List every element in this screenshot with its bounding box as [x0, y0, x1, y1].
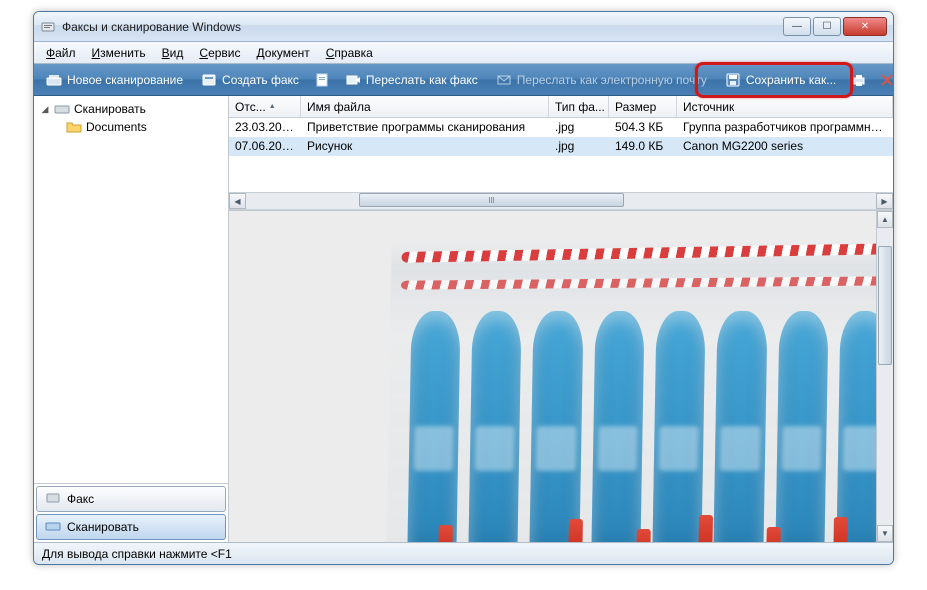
- window-controls: — ☐ ✕: [783, 17, 887, 36]
- list-row[interactable]: 07.06.201... Рисунок .jpg 149.0 КБ Canon…: [229, 137, 893, 156]
- col-source[interactable]: Источник: [677, 96, 893, 117]
- scanner-icon: [46, 72, 62, 88]
- status-bar: Для вывода справки нажмите <F1: [34, 542, 893, 564]
- tree-child-documents[interactable]: Documents: [40, 118, 222, 136]
- menu-bar: Файл Изменить Вид Сервис Документ Справк…: [34, 42, 893, 64]
- nav-scan-button[interactable]: Сканировать: [36, 514, 226, 540]
- list-header: Отс...▲ Имя файла Тип фа... Размер Источ…: [229, 96, 893, 118]
- collapse-icon[interactable]: ◢: [40, 104, 50, 115]
- main-area: Отс...▲ Имя файла Тип фа... Размер Источ…: [229, 96, 893, 542]
- forward-fax-label: Переслать как факс: [366, 73, 478, 87]
- col-size[interactable]: Размер: [609, 96, 677, 117]
- v-scrollbar[interactable]: ▲ ▼: [876, 211, 893, 542]
- col-name[interactable]: Имя файла: [301, 96, 549, 117]
- scanned-image: [229, 211, 876, 542]
- col-date[interactable]: Отс...▲: [229, 96, 301, 117]
- scroll-thumb[interactable]: [359, 193, 624, 207]
- app-window: Факсы и сканирование Windows — ☐ ✕ Файл …: [33, 11, 894, 565]
- scroll-left-button[interactable]: ◀: [229, 193, 246, 209]
- delete-icon: [879, 72, 894, 88]
- app-icon: [40, 19, 56, 35]
- scroll-up-button[interactable]: ▲: [877, 211, 893, 228]
- cell-size: 504.3 КБ: [609, 118, 677, 137]
- toolbar-separator-button[interactable]: [309, 67, 335, 93]
- new-scan-button[interactable]: Новое сканирование: [38, 67, 191, 93]
- menu-help[interactable]: Справка: [318, 44, 381, 62]
- menu-edit[interactable]: Изменить: [84, 44, 154, 62]
- save-as-button[interactable]: Сохранить как...: [717, 67, 844, 93]
- menu-document[interactable]: Документ: [249, 44, 318, 62]
- menu-view[interactable]: Вид: [154, 44, 192, 62]
- list-row[interactable]: 23.03.201... Приветствие программы скани…: [229, 118, 893, 137]
- title-bar[interactable]: Факсы и сканирование Windows — ☐ ✕: [34, 12, 893, 42]
- minimize-button[interactable]: —: [783, 17, 811, 36]
- col-type[interactable]: Тип фа...: [549, 96, 609, 117]
- forward-email-button[interactable]: Переслать как электронную почту: [488, 67, 715, 93]
- folder-icon: [66, 119, 82, 135]
- cell-name: Приветствие программы сканирования: [301, 118, 549, 137]
- forward-fax-button[interactable]: Переслать как факс: [337, 67, 486, 93]
- tree-root-scan[interactable]: ◢ Сканировать: [40, 100, 222, 118]
- tree-child-label: Documents: [86, 120, 147, 134]
- nav-scan-label: Сканировать: [67, 520, 139, 534]
- preview-pane: ▲ ▼: [229, 210, 893, 542]
- scroll-right-button[interactable]: ▶: [876, 193, 893, 209]
- scan-list[interactable]: 23.03.201... Приветствие программы скани…: [229, 118, 893, 192]
- status-text: Для вывода справки нажмите <F1: [42, 547, 232, 561]
- print-icon: [851, 72, 867, 88]
- sort-asc-icon: ▲: [269, 103, 276, 110]
- maximize-button[interactable]: ☐: [813, 17, 841, 36]
- h-scrollbar[interactable]: ◀ ▶: [229, 192, 893, 210]
- nav-buttons: Факс Сканировать: [34, 483, 228, 542]
- sidebar: ◢ Сканировать Documents Факс Сканировать: [34, 96, 229, 542]
- scroll-down-button[interactable]: ▼: [877, 525, 893, 542]
- menu-file[interactable]: Файл: [38, 44, 84, 62]
- cell-type: .jpg: [549, 137, 609, 156]
- fax-icon: [201, 72, 217, 88]
- print-button[interactable]: [846, 67, 872, 93]
- scan-small-icon: [45, 520, 61, 535]
- window-title: Факсы и сканирование Windows: [62, 20, 783, 34]
- cell-name: Рисунок: [301, 137, 549, 156]
- cell-date: 07.06.201...: [229, 137, 301, 156]
- scanner-small-icon: [54, 101, 70, 117]
- folder-tree[interactable]: ◢ Сканировать Documents: [34, 96, 228, 483]
- forward-fax-icon: [345, 72, 361, 88]
- email-icon: [496, 72, 512, 88]
- page-icon: [314, 72, 330, 88]
- app-body: ◢ Сканировать Documents Факс Сканировать: [34, 96, 893, 542]
- close-button[interactable]: ✕: [843, 17, 887, 36]
- menu-service[interactable]: Сервис: [191, 44, 248, 62]
- nav-fax-button[interactable]: Факс: [36, 486, 226, 512]
- save-icon: [725, 72, 741, 88]
- cell-source: Группа разработчиков программного: [677, 118, 893, 137]
- scroll-track-v[interactable]: [877, 228, 893, 525]
- delete-button[interactable]: [874, 67, 894, 93]
- scroll-thumb-v[interactable]: [878, 246, 892, 365]
- cell-date: 23.03.201...: [229, 118, 301, 137]
- new-fax-label: Создать факс: [222, 73, 299, 87]
- new-fax-button[interactable]: Создать факс: [193, 67, 307, 93]
- tree-root-label: Сканировать: [74, 102, 146, 116]
- toolbar: Новое сканирование Создать факс Переслат…: [34, 64, 893, 96]
- cell-source: Canon MG2200 series: [677, 137, 893, 156]
- new-scan-label: Новое сканирование: [67, 73, 183, 87]
- save-as-label: Сохранить как...: [746, 73, 836, 87]
- cell-size: 149.0 КБ: [609, 137, 677, 156]
- preview-viewport[interactable]: [229, 211, 876, 542]
- cell-type: .jpg: [549, 118, 609, 137]
- fax-small-icon: [45, 491, 61, 508]
- scroll-track[interactable]: [246, 193, 876, 209]
- forward-email-label: Переслать как электронную почту: [517, 73, 707, 87]
- nav-fax-label: Факс: [67, 492, 94, 506]
